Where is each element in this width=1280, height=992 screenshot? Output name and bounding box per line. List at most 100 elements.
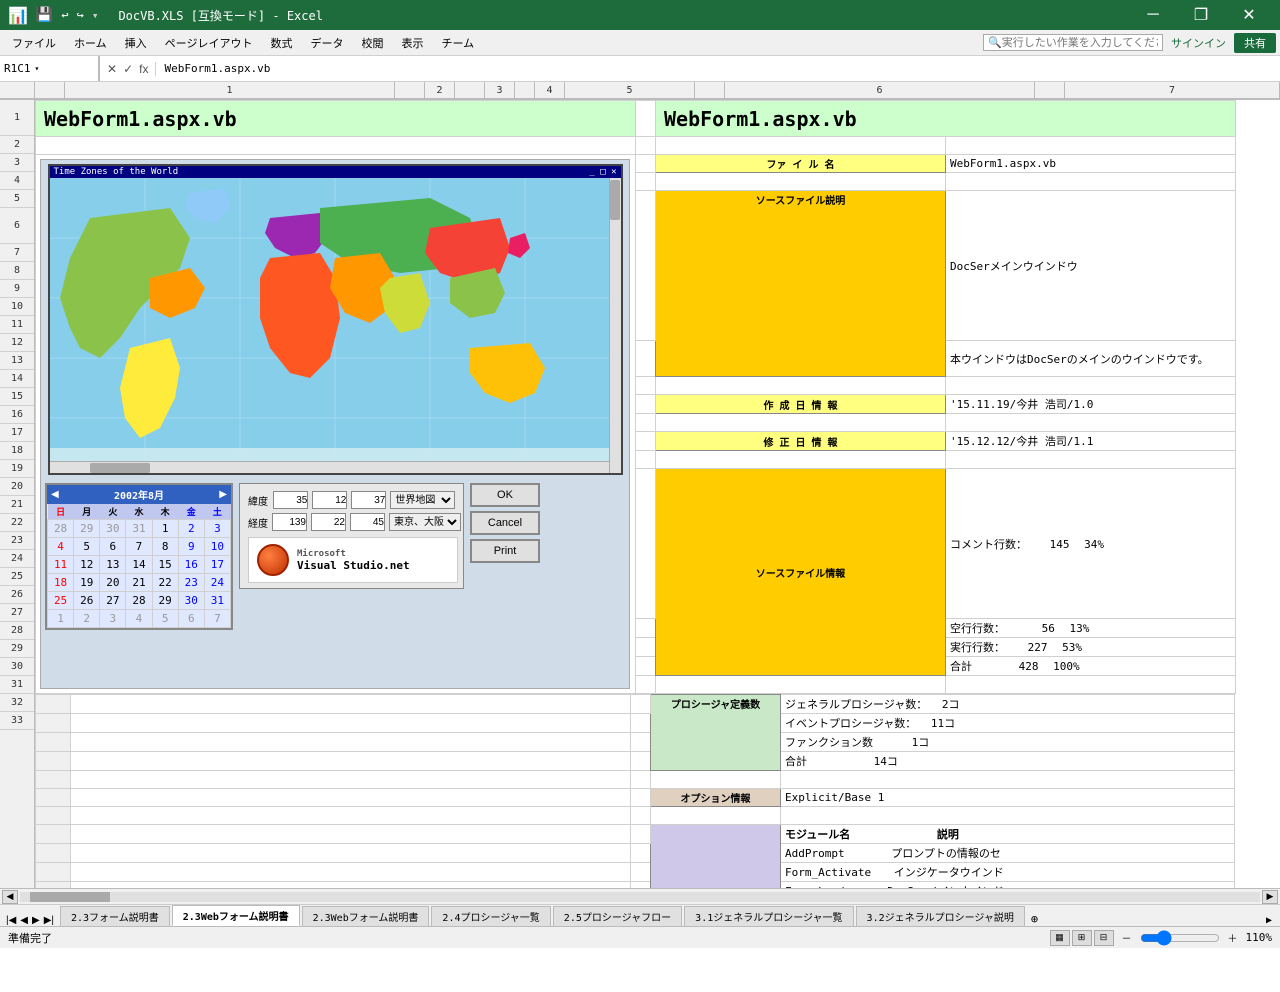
lon-deg-input[interactable] <box>272 513 307 531</box>
lon-min-input[interactable] <box>311 513 346 531</box>
tab-last-button[interactable]: ▶| <box>42 915 56 926</box>
add-sheet-button[interactable]: ⊕ <box>1027 912 1042 926</box>
cal-day[interactable]: 2 <box>74 610 100 628</box>
lat-deg-input[interactable] <box>273 491 308 509</box>
sheet-tab-5[interactable]: 3.1ジェネラルプロシージャ一覧 <box>684 906 853 926</box>
zoom-slider[interactable] <box>1140 930 1220 946</box>
cancel-button[interactable]: Cancel <box>470 511 540 535</box>
city-select[interactable]: 東京、大阪 <box>389 513 461 531</box>
cal-day[interactable]: 7 <box>126 538 152 556</box>
cal-day[interactable]: 4 <box>48 538 74 556</box>
table-row[interactable]: 1 2 3 4 5 6 7 <box>48 610 231 628</box>
header-left[interactable]: WebForm1.aspx.vb <box>36 101 636 137</box>
cal-day[interactable]: 3 <box>204 520 230 538</box>
cal-day[interactable]: 4 <box>126 610 152 628</box>
map-type-select[interactable]: 世界地図 <box>390 491 455 509</box>
page-break-view-button[interactable]: ⊟ <box>1094 930 1114 946</box>
table-row[interactable]: 25 26 27 28 29 30 31 <box>48 592 231 610</box>
cal-day[interactable]: 28 <box>126 592 152 610</box>
zoom-minus-icon[interactable]: － <box>1122 930 1132 945</box>
cal-day[interactable]: 15 <box>152 556 178 574</box>
tab-first-button[interactable]: |◀ <box>4 915 18 926</box>
cal-day[interactable]: 18 <box>48 574 74 592</box>
table-row[interactable]: 18 19 20 21 22 23 24 <box>48 574 231 592</box>
cal-day[interactable]: 28 <box>48 520 74 538</box>
save-icon[interactable]: 💾 <box>36 7 53 23</box>
restore-button[interactable]: ❐ <box>1178 0 1224 30</box>
cal-day[interactable]: 1 <box>48 610 74 628</box>
scroll-left-button[interactable]: ◀ <box>2 890 18 904</box>
menu-data[interactable]: データ <box>302 33 351 53</box>
formula-fx-button[interactable]: fx <box>136 62 151 76</box>
header-right[interactable]: WebForm1.aspx.vb <box>656 101 1236 137</box>
cal-day[interactable]: 6 <box>178 610 204 628</box>
cal-day[interactable]: 2 <box>178 520 204 538</box>
cal-prev-button[interactable]: ◀ <box>51 489 59 500</box>
close-button[interactable]: ✕ <box>1226 0 1272 30</box>
cal-day[interactable]: 14 <box>126 556 152 574</box>
h-scrollbar-thumb[interactable] <box>30 892 110 902</box>
cal-day[interactable]: 16 <box>178 556 204 574</box>
cal-day[interactable]: 21 <box>126 574 152 592</box>
menu-page-layout[interactable]: ページレイアウト <box>157 33 261 53</box>
tab-prev-button[interactable]: ◀ <box>18 915 30 926</box>
cal-next-button[interactable]: ▶ <box>219 489 227 500</box>
cal-day[interactable]: 5 <box>74 538 100 556</box>
page-layout-view-button[interactable]: ⊞ <box>1072 930 1092 946</box>
table-row[interactable]: 28 29 30 31 1 2 3 <box>48 520 231 538</box>
cal-day[interactable]: 13 <box>100 556 126 574</box>
cal-day[interactable]: 6 <box>100 538 126 556</box>
search-box[interactable]: 🔍 <box>983 34 1163 51</box>
sheet-tab-4[interactable]: 2.5プロシージャフロー <box>553 906 682 926</box>
cal-day[interactable]: 22 <box>152 574 178 592</box>
menu-file[interactable]: ファイル <box>4 33 64 53</box>
menu-home[interactable]: ホーム <box>66 33 115 53</box>
menu-team[interactable]: チーム <box>433 33 482 53</box>
share-button[interactable]: 共有 <box>1234 33 1276 53</box>
cal-day[interactable]: 24 <box>204 574 230 592</box>
cal-day[interactable]: 23 <box>178 574 204 592</box>
lon-sec-input[interactable] <box>350 513 385 531</box>
signin-button[interactable]: サインイン <box>1171 35 1226 51</box>
zoom-plus-icon[interactable]: ＋ <box>1228 930 1238 945</box>
cal-day[interactable]: 1 <box>152 520 178 538</box>
formula-confirm-button[interactable]: ✓ <box>120 62 136 76</box>
menu-formula[interactable]: 数式 <box>262 33 300 53</box>
table-row[interactable]: 4 5 6 7 8 9 10 <box>48 538 231 556</box>
menu-review[interactable]: 校閲 <box>353 33 391 53</box>
sheet-tab-2[interactable]: 2.3Webフォーム説明書 <box>302 906 430 926</box>
cal-day[interactable]: 29 <box>152 592 178 610</box>
search-input[interactable] <box>1002 37 1158 49</box>
cal-day[interactable]: 10 <box>204 538 230 556</box>
cal-day[interactable]: 11 <box>48 556 74 574</box>
cal-day[interactable]: 31 <box>126 520 152 538</box>
name-box[interactable]: R1C1 ▾ <box>0 56 100 81</box>
sheet-tab-3[interactable]: 2.4プロシージャ一覧 <box>431 906 550 926</box>
cal-day[interactable]: 17 <box>204 556 230 574</box>
cal-day[interactable]: 27 <box>100 592 126 610</box>
formula-cancel-button[interactable]: ✕ <box>104 62 120 76</box>
menu-insert[interactable]: 挿入 <box>117 33 155 53</box>
sheet-tab-6[interactable]: 3.2ジェネラルプロシージャ説明 <box>856 906 1025 926</box>
cal-day[interactable]: 31 <box>204 592 230 610</box>
ok-button[interactable]: OK <box>470 483 540 507</box>
cal-day[interactable]: 19 <box>74 574 100 592</box>
cal-day[interactable]: 26 <box>74 592 100 610</box>
undo-icon[interactable]: ↩ <box>61 8 68 22</box>
table-row[interactable]: 11 12 13 14 15 16 17 <box>48 556 231 574</box>
minimize-button[interactable]: ─ <box>1130 0 1176 30</box>
cal-day[interactable]: 30 <box>178 592 204 610</box>
sheet-tab-0[interactable]: 2.3フォーム説明書 <box>60 906 170 926</box>
cal-day[interactable]: 12 <box>74 556 100 574</box>
scroll-right-button[interactable]: ▶ <box>1262 890 1278 904</box>
print-button[interactable]: Print <box>470 539 540 563</box>
cal-day[interactable]: 3 <box>100 610 126 628</box>
redo-icon[interactable]: ↪ <box>77 8 84 22</box>
menu-view[interactable]: 表示 <box>393 33 431 53</box>
cal-day[interactable]: 9 <box>178 538 204 556</box>
sheet-tab-1[interactable]: 2.3Webフォーム説明書 <box>172 905 300 926</box>
cal-day[interactable]: 8 <box>152 538 178 556</box>
cal-day[interactable]: 25 <box>48 592 74 610</box>
cal-day[interactable]: 5 <box>152 610 178 628</box>
cal-day[interactable]: 20 <box>100 574 126 592</box>
